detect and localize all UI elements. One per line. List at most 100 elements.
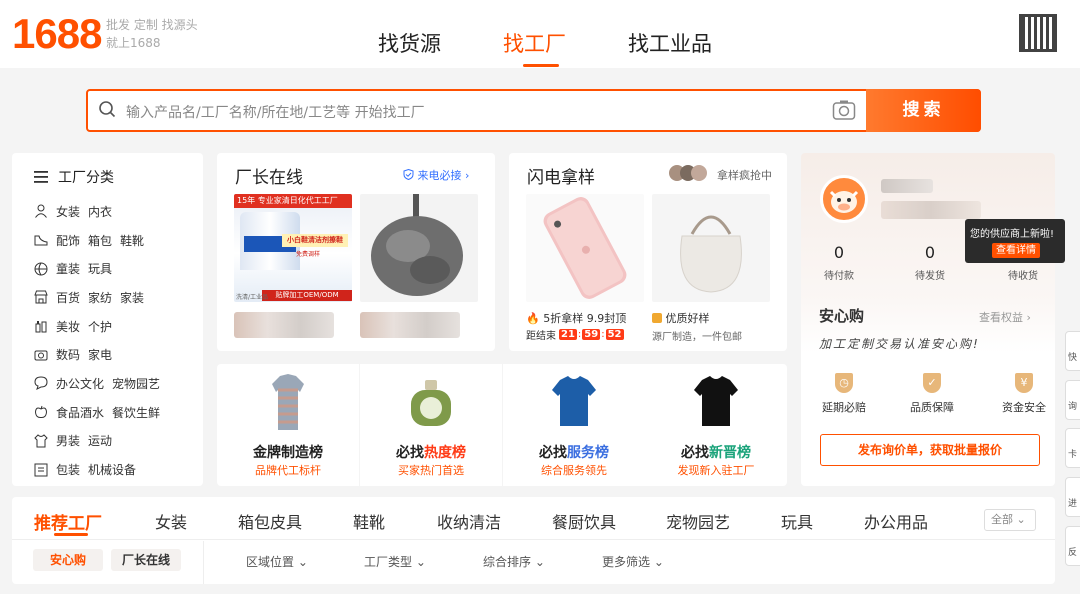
tab-find-factory[interactable]: 找工厂 xyxy=(503,28,566,67)
category-item[interactable]: 男装 运动 xyxy=(34,427,203,456)
category-item[interactable]: 百货 家纺 家装 xyxy=(34,283,203,312)
category-tab[interactable]: 宠物园艺 xyxy=(666,509,730,533)
chip-factory-owner[interactable]: 厂长在线 xyxy=(111,549,181,571)
ranking-card[interactable]: 金牌制造榜 品牌代工标杆 xyxy=(217,364,359,486)
ranking-card[interactable]: 必找新晋榜 发现新入驻工厂 xyxy=(645,364,787,486)
filter-dropdown[interactable]: 区域位置 ⌄ xyxy=(246,553,308,570)
sample-left-promo: 🔥 5折拿样 9.9封顶 xyxy=(526,310,626,326)
category-link[interactable]: 运动 xyxy=(88,432,112,449)
category-link[interactable]: 童装 xyxy=(56,260,80,277)
cleaner-subcaption: 免费调样 xyxy=(296,251,321,258)
qr-code-icon[interactable] xyxy=(1019,14,1057,52)
category-link[interactable]: 女装 xyxy=(56,203,80,220)
category-tab[interactable]: 办公用品 xyxy=(864,509,928,533)
product-image-phone[interactable] xyxy=(526,194,644,302)
category-item[interactable]: 包装 机械设备 xyxy=(34,455,203,484)
category-item[interactable]: 美妆 个护 xyxy=(34,312,203,341)
main-nav: 找货源 找工厂 找工业品 xyxy=(378,28,774,67)
category-item[interactable]: 办公文化 宠物园艺 xyxy=(34,369,203,398)
chip-anxin[interactable]: 安心购 xyxy=(33,549,103,571)
sample-card[interactable]: 闪电拿样 拿样疯抢中 🔥 5折拿样 9.9封顶 距结束 21: 59: 52 优… xyxy=(509,153,787,351)
site-logo[interactable]: 1688 xyxy=(12,10,102,58)
category-link[interactable]: 餐饮生鲜 xyxy=(112,404,160,421)
category-tab[interactable]: 玩具 xyxy=(781,509,813,533)
side-tool-button[interactable]: 进 xyxy=(1065,477,1080,517)
chevron-down-icon: ⌄ xyxy=(534,555,545,569)
search-input[interactable]: 输入产品名/工厂名称/所在地/工艺等 开始找工厂 xyxy=(126,102,425,122)
tab-find-goods[interactable]: 找货源 xyxy=(378,28,441,66)
company-blurred xyxy=(881,201,981,219)
avatar xyxy=(691,165,707,181)
category-tab[interactable]: 收纳清洁 xyxy=(437,509,501,533)
camera-search-icon[interactable] xyxy=(832,99,856,121)
factory-owner-card[interactable]: 厂长在线 来电必接 › 15年 专业家清日化代工工厂 小白鞋清洁剂擦鞋 免费调样… xyxy=(217,153,495,351)
order-stat-value: 0 xyxy=(833,243,845,262)
supplier-blurred-name xyxy=(234,312,334,338)
category-tab[interactable]: 女装 xyxy=(155,509,187,533)
category-link[interactable]: 男装 xyxy=(56,432,80,449)
side-tool-button[interactable]: 快 xyxy=(1065,331,1080,371)
new-products-tooltip[interactable]: 您的供应商上新啦! 查看详情 xyxy=(965,219,1065,263)
factory-owner-tag[interactable]: 来电必接 › xyxy=(403,167,469,183)
category-tab[interactable]: 餐厨饮具 xyxy=(552,509,616,533)
side-tool-button[interactable]: 询 xyxy=(1065,380,1080,420)
cleaner-banner: 15年 专业家清日化代工工厂 xyxy=(234,194,352,208)
order-stat[interactable]: 0 待发货 xyxy=(910,243,950,282)
tooltip-view-details-button[interactable]: 查看详情 xyxy=(992,243,1040,258)
category-item[interactable]: 食品酒水 餐饮生鲜 xyxy=(34,398,203,427)
ranking-card[interactable]: 必找热度榜 买家热门首选 xyxy=(360,364,502,486)
category-link[interactable]: 家纺 xyxy=(88,289,112,306)
product-image-bag[interactable] xyxy=(652,194,770,302)
search-button[interactable]: 搜索 xyxy=(866,89,981,132)
order-stat[interactable]: 0 待付款 xyxy=(819,243,859,282)
avatar[interactable] xyxy=(820,175,868,223)
category-link[interactable]: 家装 xyxy=(120,289,144,306)
category-link[interactable]: 家电 xyxy=(88,346,112,363)
category-link[interactable]: 办公文化 xyxy=(56,375,104,392)
category-tab[interactable]: 箱包皮具 xyxy=(238,509,302,533)
yen-shield-icon: ¥ xyxy=(1015,373,1033,393)
category-tab[interactable]: 推荐工厂 xyxy=(34,509,102,534)
category-item[interactable]: 配饰 箱包 鞋靴 xyxy=(34,226,203,255)
category-link[interactable]: 机械设备 xyxy=(88,461,136,478)
side-tool-button[interactable]: 卡 xyxy=(1065,428,1080,468)
post-rfq-button[interactable]: 发布询价单，获取批量报价 xyxy=(820,434,1040,466)
category-link[interactable]: 内衣 xyxy=(88,203,112,220)
category-tab[interactable]: 鞋靴 xyxy=(353,509,385,533)
person-icon xyxy=(35,204,47,219)
apple-icon xyxy=(34,405,48,419)
category-link[interactable]: 箱包 xyxy=(88,232,112,249)
category-link[interactable]: 包装 xyxy=(56,461,80,478)
ranking-card[interactable]: 必找服务榜 综合服务领先 xyxy=(503,364,645,486)
product-image-cleaner[interactable]: 15年 专业家清日化代工工厂 小白鞋清洁剂擦鞋 免费调样 贴牌加工OEM/ODM… xyxy=(234,194,352,302)
category-link[interactable]: 玩具 xyxy=(88,260,112,277)
category-item[interactable]: 童装 玩具 xyxy=(34,254,203,283)
category-item[interactable]: 女装 内衣 xyxy=(34,197,203,226)
cleaner-foot-text: 洗清/工业品 xyxy=(236,294,269,301)
category-link[interactable]: 鞋靴 xyxy=(120,232,144,249)
factory-owner-title: 厂长在线 xyxy=(235,168,303,188)
anxin-link[interactable]: 查看权益 › xyxy=(979,309,1031,325)
supplier-blurred-name xyxy=(360,312,460,338)
category-select[interactable]: 全部 ⌄ xyxy=(984,509,1036,531)
category-link[interactable]: 数码 xyxy=(56,346,80,363)
category-link[interactable]: 美妆 xyxy=(56,318,80,335)
ranking-highlight: 金牌制造榜 xyxy=(253,445,323,461)
category-link[interactable]: 配饰 xyxy=(56,232,80,249)
product-image-bath-ball[interactable] xyxy=(360,194,478,302)
category-link[interactable]: 个护 xyxy=(88,318,112,335)
tab-find-industrial[interactable]: 找工业品 xyxy=(628,28,712,66)
filter-dropdown[interactable]: 综合排序 ⌄ xyxy=(483,553,545,570)
shirt-icon xyxy=(34,434,48,448)
side-tool-button[interactable]: 反 xyxy=(1065,526,1080,566)
category-link[interactable]: 百货 xyxy=(56,289,80,306)
chevron-down-icon: ⌄ xyxy=(415,555,426,569)
category-item[interactable]: 数码 家电 xyxy=(34,340,203,369)
countdown-label: 距结束 xyxy=(526,331,556,342)
category-title: 工厂分类 xyxy=(34,167,203,187)
cleaner-caption: 小白鞋清洁剂擦鞋 xyxy=(282,234,348,247)
filter-dropdown[interactable]: 更多筛选 ⌄ xyxy=(602,553,664,570)
category-link[interactable]: 食品酒水 xyxy=(56,404,104,421)
category-link[interactable]: 宠物园艺 xyxy=(112,375,160,392)
filter-dropdown[interactable]: 工厂类型 ⌄ xyxy=(364,553,426,570)
